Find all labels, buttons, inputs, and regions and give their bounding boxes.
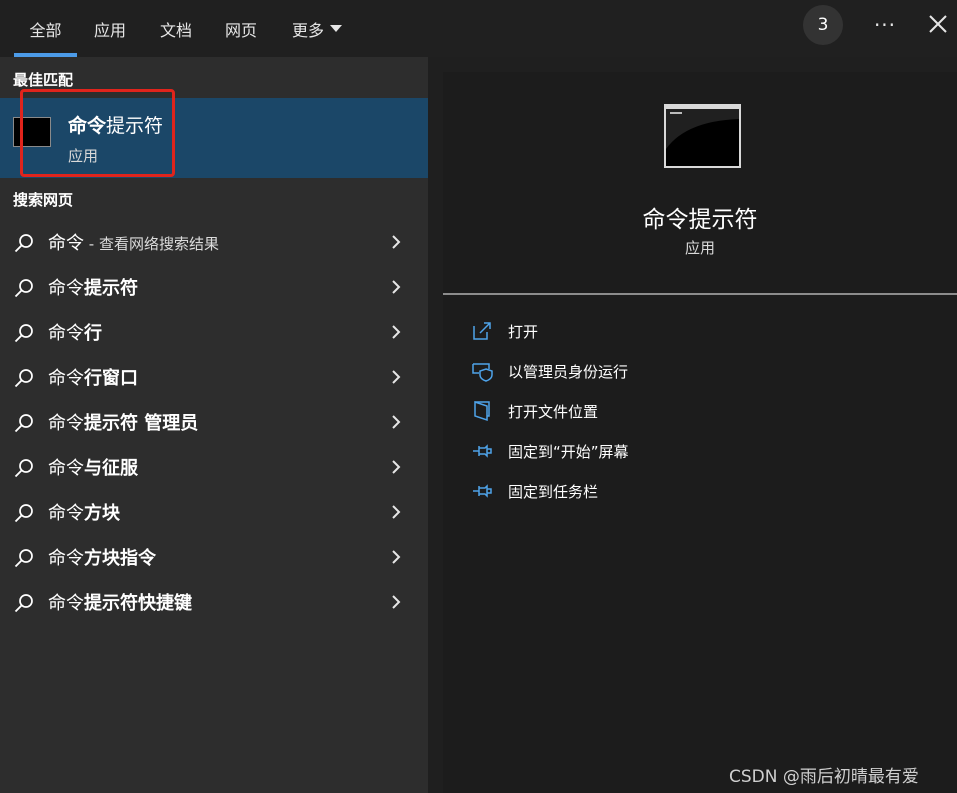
close-button[interactable] [924, 10, 952, 38]
open-file-location-action[interactable]: 打开文件位置 [471, 396, 941, 426]
search-icon [14, 279, 33, 298]
web-result-suffix: - 查看网络搜索结果 [84, 235, 219, 253]
tab-label: 网页 [224, 20, 257, 40]
web-result-bold: 行 [84, 323, 102, 344]
web-result-item[interactable]: 命令方块指令 [0, 534, 428, 579]
action-label: 固定到“开始”屏幕 [508, 443, 629, 461]
pin-to-start-action[interactable]: 固定到“开始”屏幕 [471, 436, 941, 466]
tab-label: 应用 [93, 20, 126, 40]
web-result-prefix: 命令 [48, 548, 84, 569]
chevron-right-icon [392, 280, 401, 294]
search-tab-bar: 全部 应用 文档 网页 更多 3 ··· [0, 0, 957, 57]
open-action[interactable]: 打开 [471, 316, 941, 346]
tab-documents[interactable]: 文档 [152, 0, 200, 57]
web-result-label: 命令提示符 管理员 [48, 409, 198, 435]
web-search-heading: 搜索网页 [13, 191, 74, 209]
web-result-label: 命令提示符快捷键 [48, 589, 192, 615]
red-highlight-annotation [20, 89, 175, 177]
web-result-bold: 提示符快捷键 [84, 593, 192, 614]
web-result-label: 命令行窗口 [48, 364, 138, 390]
tab-web[interactable]: 网页 [217, 0, 265, 57]
web-result-prefix: 命令 [48, 368, 84, 389]
preview-panel: 命令提示符 应用 打开 以管理员身份运行 打开文件位置 固定到“开始”屏幕 固定… [443, 72, 957, 793]
web-result-label: 命令与征服 [48, 454, 138, 480]
web-result-item[interactable]: 命令行 [0, 309, 428, 354]
command-prompt-large-icon [664, 104, 741, 168]
chevron-right-icon [392, 460, 401, 474]
web-result-prefix: 命令 [48, 323, 84, 344]
web-result-prefix: 命令 [48, 593, 84, 614]
shield-icon [472, 363, 493, 382]
pin-icon [473, 444, 492, 458]
web-result-bold: 方块 [84, 503, 120, 524]
web-result-item[interactable]: 命令行窗口 [0, 354, 428, 399]
search-icon [14, 504, 33, 523]
web-result-label: 命令方块指令 [48, 544, 156, 570]
folder-icon [474, 400, 490, 422]
chevron-right-icon [392, 235, 401, 249]
best-match-heading: 最佳匹配 [13, 71, 74, 89]
web-result-prefix: 命令 [48, 413, 84, 434]
pin-icon [473, 484, 492, 498]
badge-count: 3 [817, 15, 829, 35]
web-result-prefix: 命令 [48, 278, 84, 299]
tab-label: 全部 [29, 20, 62, 40]
tab-label: 文档 [159, 20, 192, 40]
action-label: 以管理员身份运行 [508, 363, 629, 381]
chevron-right-icon [392, 550, 401, 564]
web-result-item[interactable]: 命令与征服 [0, 444, 428, 489]
web-result-label: 命令提示符 [48, 274, 138, 300]
results-panel: 最佳匹配 命令提示符 应用 搜索网页 命令 - 查看网络搜索结果 命令提示符 命令行… [0, 57, 428, 793]
tab-apps[interactable]: 应用 [86, 0, 134, 57]
chevron-right-icon [392, 370, 401, 384]
tab-label: 更多 [291, 20, 324, 40]
rewards-badge[interactable]: 3 [803, 5, 843, 45]
ellipsis-icon: ··· [873, 13, 897, 37]
action-label: 打开 [508, 323, 539, 341]
search-icon [14, 369, 33, 388]
chevron-right-icon [392, 595, 401, 609]
web-result-bold: 行窗口 [84, 368, 138, 389]
open-icon [473, 322, 491, 340]
search-icon [14, 594, 33, 613]
pin-to-taskbar-action[interactable]: 固定到任务栏 [471, 476, 941, 506]
search-icon [14, 549, 33, 568]
windows-search-window: 全部 应用 文档 网页 更多 3 ··· 最佳匹配 命令提示符 应用 搜索网页 … [0, 0, 957, 793]
tab-all[interactable]: 全部 [14, 0, 77, 57]
run-as-admin-action[interactable]: 以管理员身份运行 [471, 356, 941, 386]
chevron-down-icon [330, 25, 342, 32]
chevron-right-icon [392, 325, 401, 339]
screen-glare-icon [666, 109, 739, 149]
web-result-item[interactable]: 命令提示符 管理员 [0, 399, 428, 444]
web-result-bold: 方块指令 [84, 548, 156, 569]
close-icon [929, 15, 947, 33]
search-icon [14, 459, 33, 478]
action-label: 固定到任务栏 [508, 483, 599, 501]
web-result-item[interactable]: 命令方块 [0, 489, 428, 534]
chevron-right-icon [392, 505, 401, 519]
search-icon [14, 234, 33, 253]
web-result-label: 命令行 [48, 319, 102, 345]
web-result-bold: 提示符 管理员 [84, 413, 199, 434]
web-result-item[interactable]: 命令提示符 [0, 264, 428, 309]
web-result-label: 命令 - 查看网络搜索结果 [48, 229, 219, 255]
divider [443, 293, 957, 295]
web-result-prefix: 命令 [48, 503, 84, 524]
tab-more[interactable]: 更多 [284, 0, 350, 57]
web-result-item[interactable]: 命令 - 查看网络搜索结果 [0, 219, 428, 264]
preview-app-type: 应用 [684, 239, 715, 257]
web-result-prefix: 命令 [48, 458, 84, 479]
watermark: CSDN @雨后初晴最有爱 [729, 767, 919, 787]
web-result-bold: 与征服 [84, 458, 138, 479]
search-icon [14, 414, 33, 433]
preview-app-name: 命令提示符 [642, 207, 758, 233]
more-options-button[interactable]: ··· [868, 10, 902, 40]
action-label: 打开文件位置 [508, 403, 599, 421]
web-result-label: 命令方块 [48, 499, 120, 525]
web-result-prefix: 命令 [48, 233, 84, 254]
search-icon [14, 324, 33, 343]
chevron-right-icon [392, 415, 401, 429]
web-result-item[interactable]: 命令提示符快捷键 [0, 579, 428, 624]
web-result-bold: 提示符 [84, 278, 138, 299]
